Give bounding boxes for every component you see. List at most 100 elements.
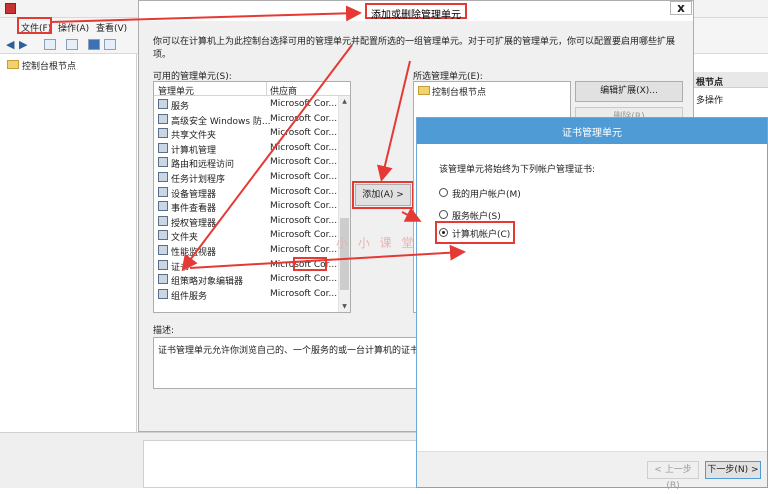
folder-icon — [7, 60, 19, 69]
authorization-icon — [158, 215, 168, 226]
snapin-name: 高级安全 Windows 防... — [171, 116, 271, 127]
file-menu-highlight — [17, 17, 52, 34]
snapin-vendor: Microsoft Cor... — [270, 230, 338, 241]
list-item[interactable]: 文件夹 Microsoft Cor... — [154, 228, 338, 243]
snapin-name: 事件查看器 — [171, 204, 217, 215]
console-tree-pane: 控制台根节点 — [0, 54, 137, 432]
export-list-icon[interactable] — [66, 39, 78, 50]
list-item[interactable]: 授权管理器 Microsoft Cor... — [154, 214, 338, 229]
watermark: 小 小 课 堂 — [336, 236, 417, 250]
menu-view[interactable]: 查看(V) — [96, 21, 127, 34]
show-pane-icon[interactable] — [104, 39, 116, 50]
scroll-up-icon[interactable]: ▲ — [339, 96, 350, 107]
snapin-name: 组策略对象编辑器 — [171, 277, 244, 288]
list-item[interactable]: 性能监视器 Microsoft Cor... — [154, 243, 338, 258]
snapin-vendor: Microsoft Cor... — [270, 274, 338, 285]
performance-icon — [158, 245, 168, 255]
list-item[interactable]: 任务计划程序 Microsoft Cor... — [154, 170, 338, 185]
firewall-icon — [158, 113, 168, 124]
menu-action[interactable]: 操作(A) — [58, 21, 89, 34]
list-scrollbar[interactable]: ▲ ▼ — [338, 96, 350, 312]
folder-icon — [418, 86, 430, 95]
list-item[interactable]: 计算机管理 Microsoft Cor... — [154, 141, 338, 156]
snapin-name: 共享文件夹 — [171, 131, 217, 142]
snapin-vendor: Microsoft Cor... — [270, 113, 338, 124]
mmc-bottom-pane — [143, 440, 418, 488]
close-icon[interactable]: x — [670, 1, 692, 15]
radio-label-user[interactable]: 我的用户帐户(M) — [452, 187, 521, 200]
actions-pane: 根节点 多操作 — [690, 72, 768, 114]
scroll-down-icon[interactable]: ▼ — [339, 301, 350, 312]
list-item[interactable]: 服务 Microsoft Cor... — [154, 97, 338, 112]
snapin-name: 性能监视器 — [171, 248, 217, 258]
dialog-description: 你可以在计算机上为此控制台选择可用的管理单元并配置所选的一组管理单元。对于可扩展… — [153, 37, 676, 60]
radio-my-user-account[interactable] — [439, 188, 448, 197]
list-item[interactable]: 组策略对象编辑器 Microsoft Cor... — [154, 272, 338, 287]
mmc-app-icon — [5, 3, 16, 14]
snapin-vendor: Microsoft Cor... — [270, 245, 338, 255]
certificates-snapin-wizard: 证书管理单元 该管理单元将始终为下列帐户管理证书: 我的用户帐户(M) 服务帐户… — [416, 117, 768, 491]
snapin-vendor: Microsoft Cor... — [270, 99, 338, 109]
snapin-vendor: Microsoft Cor... — [270, 128, 338, 139]
wizard-prompt: 该管理单元将始终为下列帐户管理证书: — [439, 165, 596, 175]
dialog-title: 添加或删除管理单元 — [365, 3, 467, 21]
snapin-name: 组件服务 — [171, 291, 208, 302]
certificate-icon — [158, 259, 168, 270]
available-snapins-list[interactable]: 管理单元 供应商 服务 Microsoft Cor... 高级安全 Windows … — [153, 81, 351, 313]
computer-management-icon — [158, 142, 168, 153]
snapin-vendor: Microsoft Cor... — [270, 201, 338, 212]
computer-account-highlight — [435, 221, 515, 244]
wizard-footer: < 上一步(B) 下一步(N) > — [417, 451, 767, 491]
snapin-vendor: Microsoft Cor... — [270, 142, 338, 153]
routing-icon — [158, 157, 168, 168]
list-item[interactable]: 事件查看器 Microsoft Cor... — [154, 199, 338, 214]
selected-root-node[interactable]: 控制台根节点 — [432, 85, 486, 98]
event-viewer-icon — [158, 201, 168, 212]
next-button[interactable]: 下一步(N) > — [705, 461, 761, 479]
snapin-name: 路由和远程访问 — [171, 160, 235, 171]
certificate-highlight — [293, 257, 327, 271]
snapin-vendor: Microsoft Cor... — [270, 157, 338, 168]
wizard-title: 证书管理单元 — [562, 128, 622, 139]
snapin-name: 计算机管理 — [171, 145, 217, 156]
edit-extensions-button[interactable]: 编辑扩展(X)... — [575, 81, 683, 102]
column-vendor[interactable]: 供应商 — [270, 84, 297, 97]
device-manager-icon — [158, 186, 168, 197]
snapin-vendor: Microsoft Cor... — [270, 215, 338, 226]
snapin-vendor: Microsoft Cor... — [270, 172, 338, 182]
scroll-thumb[interactable] — [340, 218, 349, 290]
back-arrow-icon[interactable]: ◀ — [6, 38, 14, 51]
snapin-name: 设备管理器 — [171, 189, 217, 200]
description-label: 描述: — [153, 326, 175, 336]
console-tree-icon[interactable] — [44, 39, 56, 50]
shared-folder-icon — [158, 128, 168, 139]
list-item[interactable]: 高级安全 Windows 防... Microsoft Cor... — [154, 112, 338, 127]
folder-icon — [158, 230, 168, 241]
component-services-icon — [158, 288, 168, 299]
back-button[interactable]: < 上一步(B) — [647, 461, 699, 491]
snapin-name: 证书 — [171, 262, 190, 273]
actions-more[interactable]: 多操作 — [696, 93, 723, 106]
list-item[interactable]: 路由和远程访问 Microsoft Cor... — [154, 155, 338, 170]
list-item[interactable]: 共享文件夹 Microsoft Cor... — [154, 126, 338, 141]
group-policy-icon — [158, 274, 168, 285]
wizard-titlebar: 证书管理单元 — [417, 118, 767, 144]
description-text: 证书管理单元允许你浏览自己的、一个服务的或一台计算机的证书存储 — [158, 346, 438, 356]
snapin-vendor: Microsoft Cor... — [270, 186, 338, 197]
actions-header-label: 根节点 — [696, 78, 724, 88]
add-button[interactable]: 添加(A) > — [352, 181, 414, 209]
column-snapin[interactable]: 管理单元 — [158, 84, 194, 97]
list-item[interactable]: 组件服务 Microsoft Cor... — [154, 287, 338, 302]
actions-header: 根节点 — [690, 72, 768, 88]
list-header: 管理单元 供应商 — [154, 82, 350, 97]
gear-icon — [158, 99, 168, 109]
snapin-name: 任务计划程序 — [171, 175, 226, 185]
tree-root-node[interactable]: 控制台根节点 — [22, 59, 76, 72]
forward-arrow-icon[interactable]: ▶ — [19, 38, 27, 51]
help-icon[interactable] — [88, 39, 100, 50]
snapin-name: 文件夹 — [171, 233, 199, 244]
snapin-vendor: Microsoft Cor... — [270, 288, 338, 299]
list-item[interactable]: 设备管理器 Microsoft Cor... — [154, 185, 338, 200]
clock-icon — [158, 172, 168, 182]
radio-service-account[interactable] — [439, 210, 448, 219]
